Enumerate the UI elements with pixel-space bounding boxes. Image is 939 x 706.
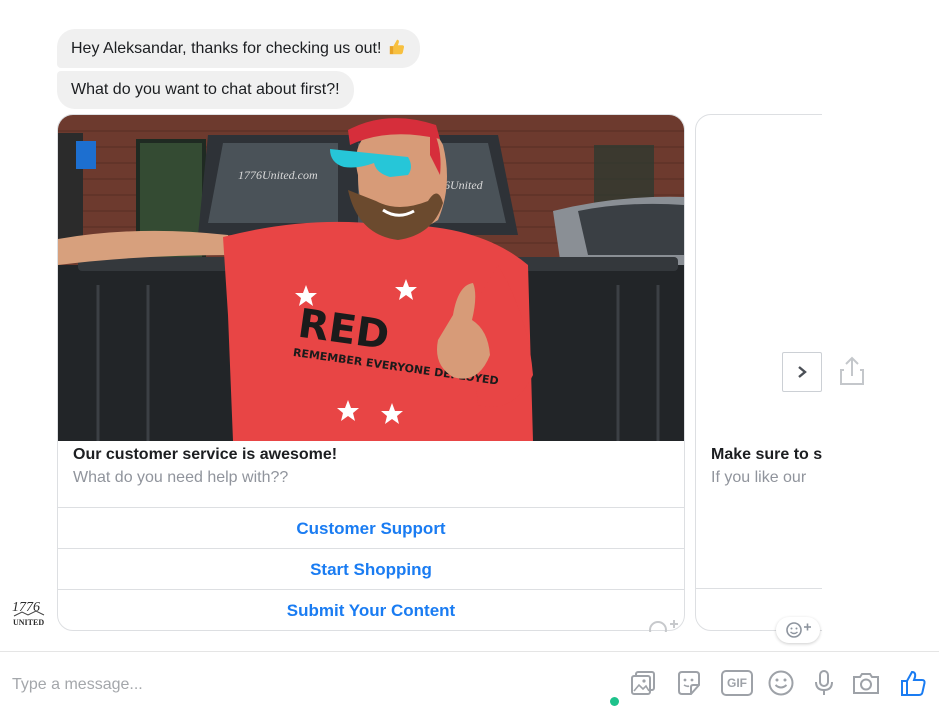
online-status-dot xyxy=(610,697,619,706)
page-avatar[interactable]: 1776 UNITED xyxy=(10,596,46,630)
sticker-icon xyxy=(678,671,700,695)
thumbs-up-emoji-icon xyxy=(389,39,404,55)
emoji-button[interactable] xyxy=(766,668,796,698)
avatar-text-bottom: UNITED xyxy=(13,618,44,627)
microphone-icon xyxy=(815,670,833,695)
card-title: Our customer service is awesome! xyxy=(73,446,338,463)
message-text: Hey Aleksandar, thanks for checking us o… xyxy=(71,40,382,57)
chevron-right-icon xyxy=(798,366,807,378)
card-subtitle: If you like our xyxy=(711,469,807,486)
carousel-card-customer-service: 1776United.com 1776United RED REMEMBER E… xyxy=(57,114,685,631)
share-icon[interactable] xyxy=(838,356,866,386)
voice-message-button[interactable] xyxy=(809,668,839,698)
gif-button[interactable]: GIF xyxy=(719,668,755,698)
message-input[interactable] xyxy=(12,670,512,700)
card-subtitle: What do you need help with?? xyxy=(73,469,289,486)
photo-icon xyxy=(631,671,655,695)
emoji-icon xyxy=(768,670,794,696)
add-reaction-icon[interactable] xyxy=(640,616,680,632)
message-bubble-greeting: Hey Aleksandar, thanks for checking us o… xyxy=(57,29,420,68)
card-title: Make sure to s xyxy=(711,446,823,463)
card-image: 1776United.com 1776United RED REMEMBER E… xyxy=(58,115,684,441)
composer-divider xyxy=(0,651,939,652)
carousel-next-button[interactable] xyxy=(782,352,822,392)
gif-icon: GIF xyxy=(721,670,753,696)
camera-icon xyxy=(853,673,879,694)
sticker-button[interactable] xyxy=(674,668,704,698)
submit-your-content-button[interactable]: Submit Your Content xyxy=(58,589,684,630)
customer-support-button[interactable]: Customer Support xyxy=(58,507,684,548)
message-bubble-question: What do you want to chat about first?! xyxy=(57,71,354,109)
message-text: What do you want to chat about first?! xyxy=(71,81,340,98)
photo-button[interactable] xyxy=(628,668,658,698)
camera-button[interactable] xyxy=(851,668,881,698)
avatar-text-top: 1776 xyxy=(12,600,40,615)
like-button[interactable] xyxy=(898,668,928,698)
add-reaction-icon xyxy=(786,622,811,638)
start-shopping-button[interactable]: Start Shopping xyxy=(58,548,684,589)
truck-window-text-left: 1776United.com xyxy=(238,168,318,182)
like-icon xyxy=(901,670,926,696)
add-reaction-button[interactable] xyxy=(776,617,820,643)
